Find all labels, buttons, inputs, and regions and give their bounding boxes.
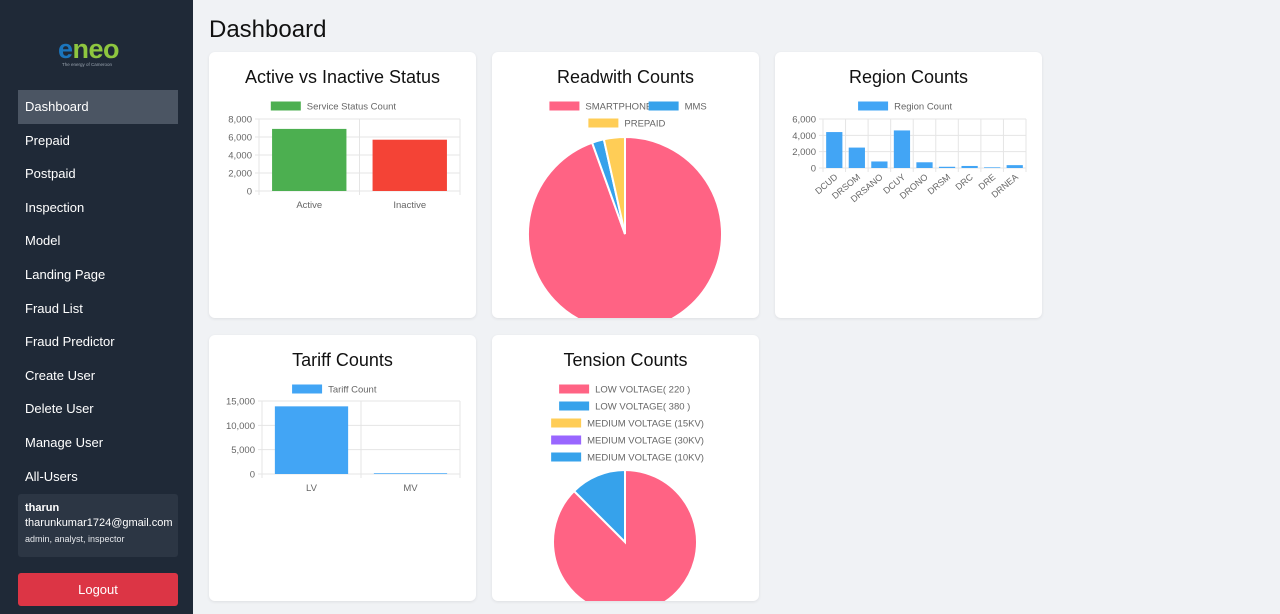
sidebar-item-model[interactable]: Model — [18, 224, 178, 258]
logo-wordmark: eneo — [58, 34, 120, 64]
tariff-bar-chart: Tariff Count 0 5,000 10,000 15,000 LV MV — [226, 384, 461, 494]
legend-label: SMARTPHONE — [585, 102, 652, 113]
legend-swatch — [559, 384, 590, 394]
bar — [893, 130, 911, 168]
tariff-chart-card: Tariff Counts Tariff Count 0 5,000 10,000 15… — [209, 335, 476, 601]
legend-swatch — [648, 101, 679, 111]
y-tick-label: 2,000 — [228, 169, 252, 180]
bar — [848, 147, 865, 168]
sidebar-item-manage-user[interactable]: Manage User — [18, 426, 178, 460]
y-tick-label: 5,000 — [231, 445, 255, 456]
y-tick-label: 4,000 — [228, 151, 252, 162]
legend-swatch — [270, 101, 301, 111]
sidebar-item-postpaid[interactable]: Postpaid — [18, 157, 178, 191]
region-chart-card: Region Counts Region Count 0 2,000 4,000 6,0… — [775, 52, 1042, 318]
legend-label: LOW VOLTAGE( 220 ) — [595, 385, 690, 396]
legend-label: MMS — [685, 102, 707, 113]
user-info-card: tharun tharunkumar1724@gmail.com admin, … — [18, 494, 178, 557]
y-tick-label: 10,000 — [226, 421, 255, 432]
legend-label: LOW VOLTAGE( 380 ) — [595, 402, 690, 413]
x-tick-label: Inactive — [393, 200, 426, 211]
user-name: tharun — [25, 502, 60, 514]
sidebar-item-create-user[interactable]: Create User — [18, 359, 178, 393]
bar — [916, 162, 933, 168]
legend-swatch — [858, 101, 889, 111]
region-bar-chart: Region Count02,0004,0006,000DCUDDRSOMDRS… — [792, 101, 1027, 204]
y-tick-label: 0 — [247, 187, 252, 198]
sidebar-item-landing-page[interactable]: Landing Page — [18, 258, 178, 292]
legend-swatch — [588, 118, 619, 128]
x-tick-label: DRSM — [926, 172, 953, 197]
bar — [274, 406, 349, 474]
legend-swatch — [292, 384, 323, 394]
bar — [272, 128, 347, 191]
legend-label: Service Status Count — [307, 102, 397, 113]
sidebar-item-delete-user[interactable]: Delete User — [18, 392, 178, 426]
y-tick-label: 4,000 — [792, 131, 816, 142]
x-tick-label: MV — [403, 483, 418, 494]
tension-pie-chart: LOW VOLTAGE( 220 ) LOW VOLTAGE( 380 ) MEDI… — [551, 384, 704, 601]
y-tick-label: 6,000 — [228, 133, 252, 144]
logo-tagline: The energy of Cameroon — [62, 62, 113, 67]
bar — [1006, 165, 1023, 168]
logout-button[interactable]: Logout — [18, 573, 178, 606]
sidebar-item-prepaid[interactable]: Prepaid — [18, 124, 178, 158]
tension-chart-card: Tension Counts LOW VOLTAGE( 220 ) LOW VOL… — [492, 335, 759, 601]
y-tick-label: 0 — [250, 470, 255, 481]
bar — [372, 139, 447, 191]
legend-label: Region Count — [894, 102, 952, 113]
legend-label: MEDIUM VOLTAGE (15KV) — [587, 419, 704, 430]
y-tick-label: 8,000 — [228, 115, 252, 126]
bar — [961, 165, 978, 168]
bar — [373, 473, 448, 474]
legend-label: PREPAID — [624, 119, 665, 130]
status-chart-card: Active vs Inactive Status Service Status… — [209, 52, 476, 318]
legend-swatch — [551, 418, 582, 428]
legend-swatch — [551, 452, 582, 462]
x-tick-label: LV — [306, 483, 318, 494]
readwith-chart-card: Readwith Counts SMARTPHONE MMS PREPAID — [492, 52, 759, 318]
bar — [938, 166, 956, 168]
sidebar-item-inspection[interactable]: Inspection — [18, 191, 178, 225]
sidebar-item-fraud-list[interactable]: Fraud List — [18, 292, 178, 326]
eneo-logo: eneo The energy of Cameroon — [58, 32, 138, 72]
sidebar-item-dashboard[interactable]: Dashboard — [18, 90, 178, 124]
bar — [871, 161, 888, 168]
sidebar-nav: Dashboard Prepaid Postpaid Inspection Mo… — [18, 90, 178, 493]
page-title: Dashboard — [209, 16, 327, 43]
x-tick-label: Active — [296, 200, 322, 211]
legend-label: Tariff Count — [328, 385, 377, 396]
legend-label: MEDIUM VOLTAGE (10KV) — [587, 453, 704, 464]
x-tick-label: DRC — [954, 172, 976, 193]
legend-label: MEDIUM VOLTAGE (30KV) — [587, 436, 704, 447]
bar — [984, 167, 1001, 168]
legend-swatch — [551, 435, 582, 445]
y-tick-label: 15,000 — [226, 397, 255, 408]
legend-swatch — [559, 401, 590, 411]
legend-swatch — [549, 101, 580, 111]
status-bar-chart: Service Status Count 0 2,000 4,000 6,000 8,00… — [228, 101, 461, 211]
y-tick-label: 6,000 — [792, 115, 816, 126]
sidebar-item-fraud-predictor[interactable]: Fraud Predictor — [18, 325, 178, 359]
user-email: tharunkumar1724@gmail.com — [25, 517, 173, 529]
bar — [826, 132, 843, 168]
y-tick-label: 2,000 — [792, 147, 816, 158]
readwith-pie-chart: SMARTPHONE MMS PREPAID — [527, 101, 723, 318]
y-tick-label: 0 — [811, 164, 816, 175]
user-roles: admin, analyst, inspector — [25, 534, 125, 544]
sidebar-item-all-users[interactable]: All-Users — [18, 460, 178, 494]
sidebar: eneo The energy of Cameroon Dashboard Pr… — [0, 0, 193, 614]
